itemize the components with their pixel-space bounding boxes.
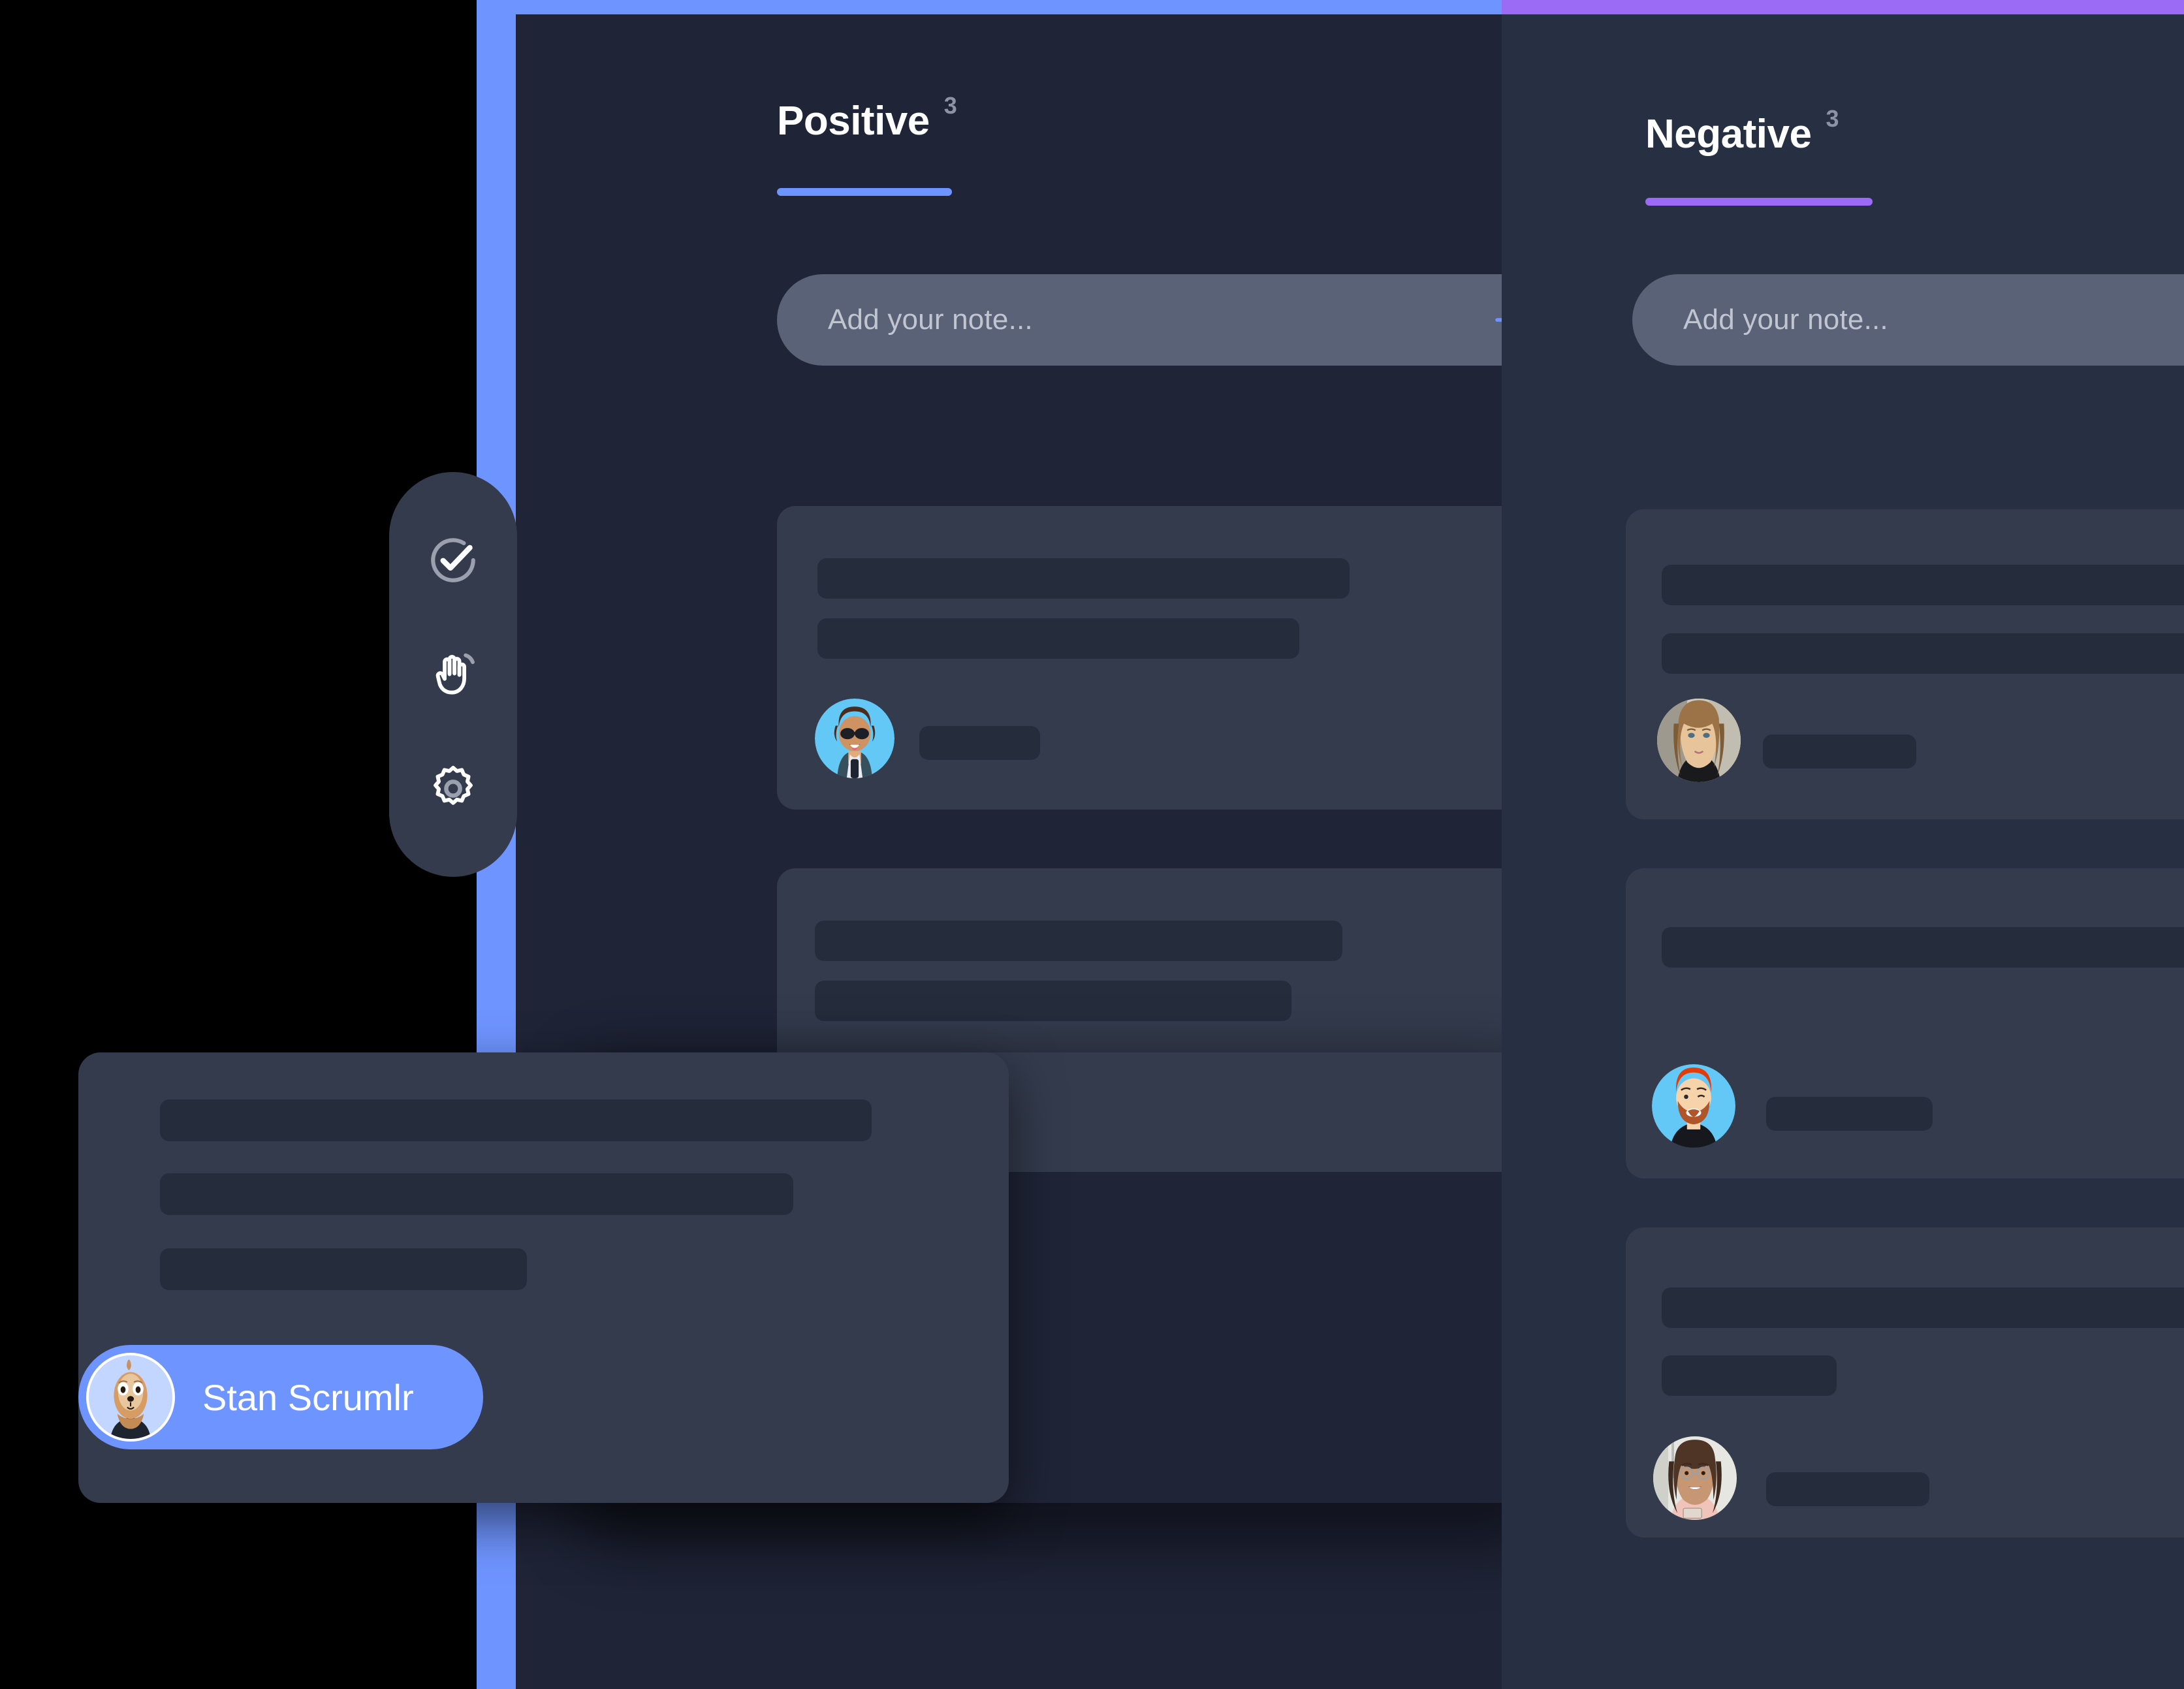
column-negative-count: 3 xyxy=(1826,105,1839,132)
avatar-sunglasses-man xyxy=(815,699,894,778)
app-root: Positive 3 Add your note... Negative 3 A… xyxy=(0,0,2184,1689)
column-positive-title: Positive xyxy=(777,99,930,144)
note-skeleton-line xyxy=(1662,565,2184,605)
column-negative-header: Negative 3 xyxy=(1645,105,1839,157)
note-skeleton-line xyxy=(815,921,1342,961)
note-skeleton-footer xyxy=(919,726,1040,760)
add-note-negative-placeholder: Add your note... xyxy=(1683,304,1888,336)
note-card[interactable] xyxy=(777,506,1587,810)
check-circle-icon[interactable] xyxy=(422,529,484,592)
column-negative-title: Negative xyxy=(1645,112,1812,157)
note-skeleton-footer xyxy=(1766,1472,1929,1506)
note-skeleton-line xyxy=(1662,927,2184,968)
note-skeleton-line xyxy=(1662,1355,1837,1396)
note-skeleton-line xyxy=(817,558,1350,599)
column-negative-underline xyxy=(1645,198,1873,206)
add-note-positive[interactable]: Add your note... xyxy=(777,274,1587,366)
note-card[interactable] xyxy=(1626,509,2184,819)
add-note-negative[interactable]: Add your note... xyxy=(1632,274,2184,366)
column-negative[interactable]: Negative 3 Add your note... xyxy=(1502,0,2184,1689)
avatar-sloth-stan xyxy=(86,1353,175,1442)
raised-hand-icon[interactable] xyxy=(422,643,484,706)
note-author-pill[interactable]: Stan Scrumlr xyxy=(78,1345,483,1449)
gear-icon[interactable] xyxy=(422,757,484,820)
column-positive-underline xyxy=(777,188,952,196)
note-skeleton-line xyxy=(160,1099,872,1141)
avatar-blonde-woman-photo xyxy=(1657,699,1741,782)
column-negative-accent-strip xyxy=(1502,0,2184,14)
note-skeleton-line xyxy=(160,1173,793,1215)
note-card[interactable] xyxy=(1626,868,2184,1178)
avatar-smiling-woman-glasses-photo xyxy=(1653,1436,1737,1520)
note-skeleton-footer xyxy=(1763,734,1916,768)
column-positive-accent-strip xyxy=(516,0,1502,14)
note-skeleton-line xyxy=(1662,633,2184,674)
note-skeleton-line xyxy=(817,618,1299,659)
column-positive-header: Positive 3 xyxy=(777,92,957,144)
avatar-redhead-bearded-man xyxy=(1652,1064,1735,1148)
board-toolbar xyxy=(389,472,517,877)
note-card[interactable] xyxy=(1626,1227,2184,1538)
note-skeleton-line xyxy=(160,1248,527,1290)
note-skeleton-line xyxy=(815,981,1291,1021)
note-skeleton-line xyxy=(1662,1287,2184,1328)
add-note-positive-placeholder: Add your note... xyxy=(828,304,1033,336)
column-positive-count: 3 xyxy=(943,92,957,119)
note-author-name: Stan Scrumlr xyxy=(202,1376,414,1418)
note-skeleton-footer xyxy=(1766,1097,1933,1131)
